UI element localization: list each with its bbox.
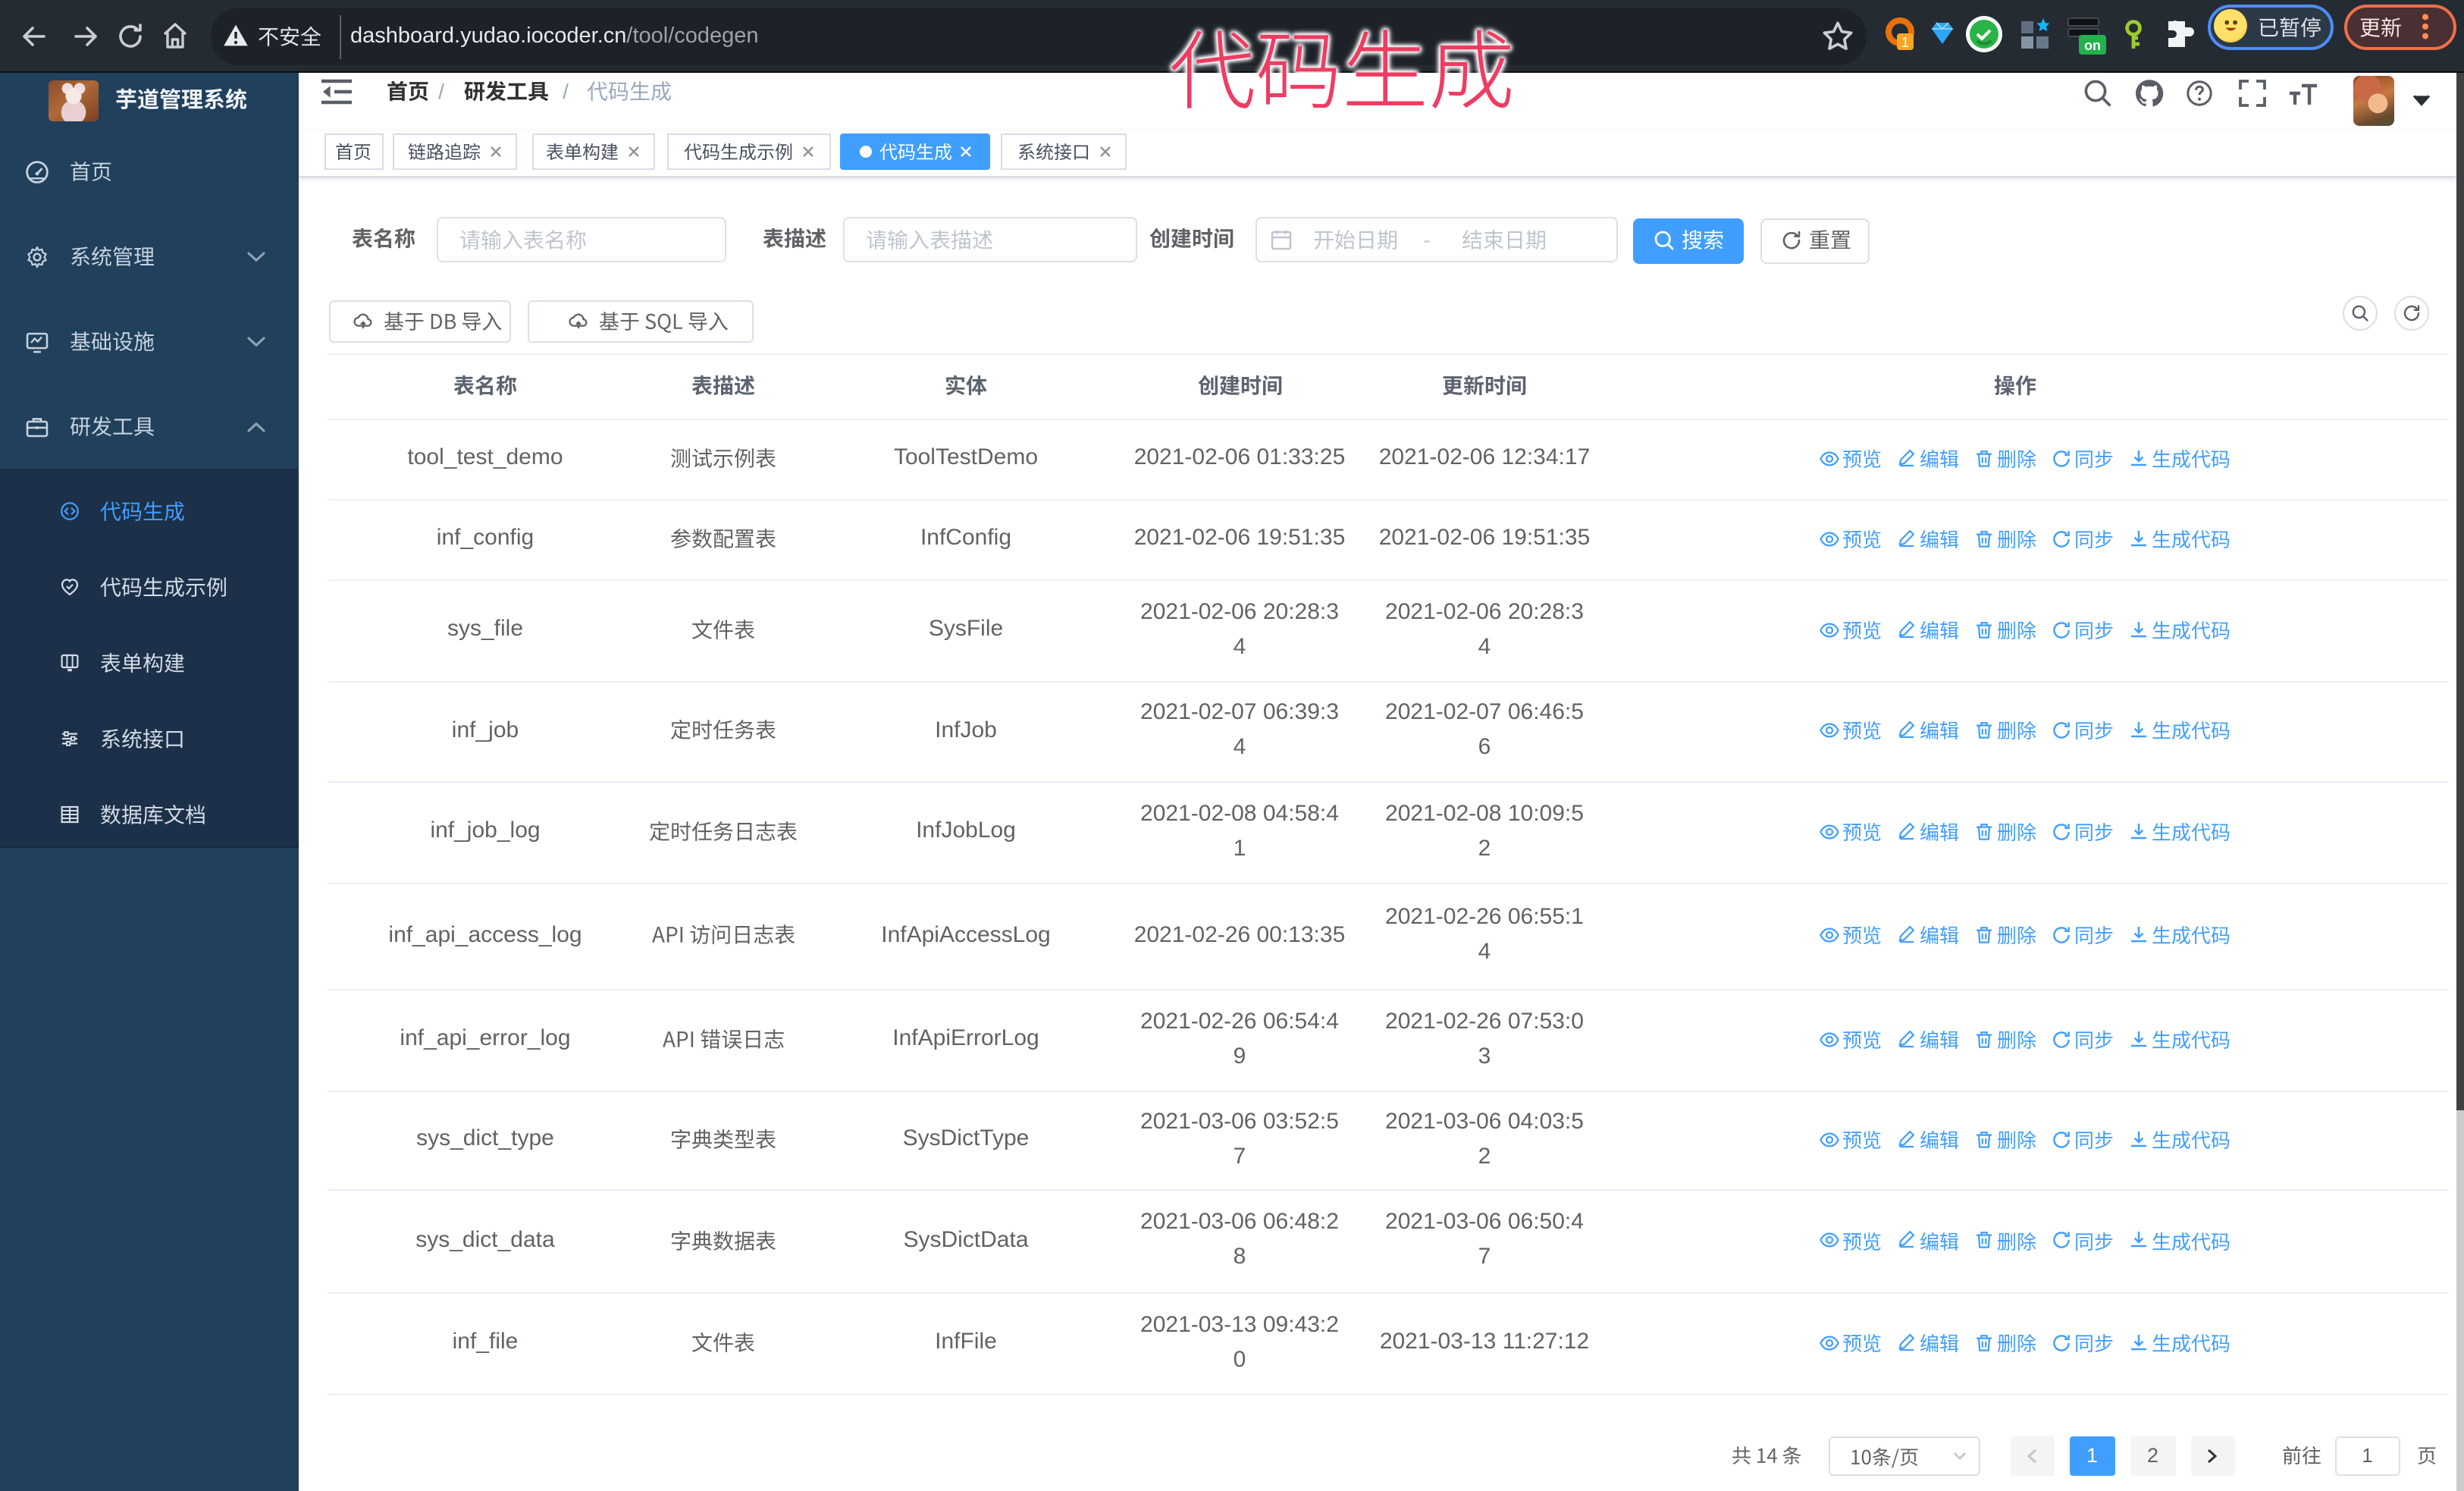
svg-text:on: on [2084, 38, 2101, 53]
svg-text:1: 1 [1901, 35, 1909, 50]
